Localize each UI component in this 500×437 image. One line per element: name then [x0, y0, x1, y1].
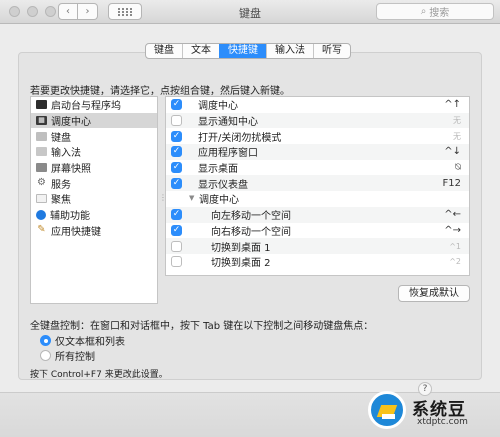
category-item-spotlight[interactable]: 聚焦: [31, 191, 157, 207]
category-label: 启动台与程序坞: [51, 101, 121, 113]
category-label: 屏幕快照: [51, 164, 91, 176]
category-label: 调度中心: [51, 117, 91, 129]
shortcut-label: 显示通知中心: [198, 117, 258, 129]
shortcut-keys[interactable]: ⍉: [455, 162, 461, 173]
title-bar: ‹ › 键盘 ⌕ 搜索: [0, 0, 500, 24]
shortcut-checkbox[interactable]: ✓: [171, 99, 182, 111]
radio-label: 所有控制: [55, 352, 95, 363]
category-item-accessibility[interactable]: 辅助功能: [31, 207, 157, 223]
tab-bar: 键盘 文本 快捷键 输入法 听写: [145, 43, 351, 59]
category-label: 键盘: [51, 132, 71, 144]
shortcut-label: 切换到桌面 2: [211, 258, 271, 270]
instruction-text: 若要更改快捷键，请选择它，点按组合键，然后键入新键。: [30, 86, 290, 97]
category-label: 辅助功能: [50, 211, 90, 223]
shortcut-group-row[interactable]: ▼ 调度中心: [166, 191, 469, 207]
input-source-icon: [36, 147, 47, 157]
search-placeholder: 搜索: [429, 8, 450, 19]
watermark-url: xtdptc.com: [417, 417, 468, 427]
radio-all-controls[interactable]: 所有控制: [40, 348, 95, 363]
watermark: 系统豆 xtdptc.com: [360, 385, 495, 437]
category-item-services[interactable]: ⚙ 服务: [31, 175, 157, 191]
mission-control-icon: ▦: [36, 116, 47, 126]
screenshot-icon: [36, 163, 47, 173]
tab-keyboard[interactable]: 键盘: [146, 44, 182, 58]
shortcut-checkbox[interactable]: ✓: [171, 146, 182, 158]
radio-button[interactable]: [40, 350, 51, 361]
shortcut-row[interactable]: ✓ 向左移动一个空间 ^←: [166, 206, 469, 223]
category-label: 应用快捷键: [51, 226, 101, 238]
tab-shortcuts[interactable]: 快捷键: [219, 44, 266, 58]
shortcut-row[interactable]: ✓ 向右移动一个空间 ^→: [166, 223, 469, 239]
watermark-logo: [368, 391, 406, 429]
shortcut-row[interactable]: ✓ 显示仪表盘 F12: [166, 175, 469, 192]
search-icon: ⌕: [420, 6, 427, 17]
shortcut-keys[interactable]: ^↑: [444, 99, 461, 110]
shortcut-keys[interactable]: ^↓: [444, 146, 461, 157]
shortcut-keys[interactable]: ^←: [444, 209, 461, 220]
shortcut-checkbox[interactable]: ✓: [171, 162, 182, 174]
disclosure-triangle-icon[interactable]: ▼: [189, 194, 194, 202]
category-label: 聚焦: [51, 195, 71, 207]
shortcut-checkbox[interactable]: ✓: [171, 224, 182, 236]
category-label: 输入法: [51, 148, 81, 160]
category-list: 启动台与程序坞 ▦ 调度中心 键盘 输入法 屏幕快照 ⚙ 服务 聚焦 辅助功能 …: [30, 96, 158, 304]
tab-text[interactable]: 文本: [182, 44, 219, 58]
shortcut-group-label: 调度中心: [199, 195, 239, 207]
app-shortcuts-icon: ✎: [37, 224, 46, 236]
services-gear-icon: ⚙: [37, 177, 46, 189]
shortcut-keys[interactable]: F12: [443, 178, 461, 189]
shortcut-checkbox[interactable]: ✓: [171, 130, 182, 142]
restore-defaults-button[interactable]: 恢复成默认: [398, 285, 470, 302]
shortcut-list: ✓ 调度中心 ^↑ 显示通知中心 无 ✓ 打开/关闭勿扰模式 无 ✓ 应用程序窗…: [165, 96, 470, 276]
shortcut-keys[interactable]: 无: [453, 131, 461, 142]
shortcut-checkbox[interactable]: [171, 240, 182, 252]
split-view-handle[interactable]: ⋮: [159, 194, 167, 202]
launchpad-dock-icon: [36, 100, 47, 110]
category-item-screenshots[interactable]: 屏幕快照: [31, 160, 157, 176]
category-item-app-shortcuts[interactable]: ✎ 应用快捷键: [31, 223, 157, 239]
shortcut-label: 显示仪表盘: [198, 179, 248, 191]
category-label: 服务: [51, 179, 71, 191]
shortcut-label: 应用程序窗口: [198, 148, 258, 160]
tab-dictation[interactable]: 听写: [313, 44, 350, 58]
full-keyboard-access-label: 全键盘控制：在窗口和对话框中，按下 Tab 键在以下控制之间移动键盘焦点：: [30, 321, 374, 332]
radio-text-boxes-and-lists[interactable]: 仅文本框和列表: [40, 333, 125, 348]
shortcut-row[interactable]: ✓ 应用程序窗口 ^↓: [166, 144, 469, 160]
shortcut-row[interactable]: 切换到桌面 1 ^1: [166, 238, 469, 254]
shortcut-keys[interactable]: ^2: [449, 257, 461, 266]
shortcut-row[interactable]: 切换到桌面 2 ^2: [166, 254, 469, 270]
category-item-keyboard[interactable]: 键盘: [31, 128, 157, 144]
shortcut-checkbox[interactable]: [171, 256, 182, 268]
radio-button[interactable]: [40, 335, 51, 346]
shortcut-label: 调度中心: [198, 101, 238, 113]
accessibility-icon: [36, 209, 46, 220]
shortcut-label: 显示桌面: [198, 164, 238, 176]
spotlight-icon: [36, 194, 47, 204]
keyboard-icon: [36, 131, 47, 141]
shortcut-checkbox[interactable]: [171, 115, 182, 127]
tab-input-sources[interactable]: 输入法: [266, 44, 313, 58]
shortcut-label: 向右移动一个空间: [211, 226, 291, 238]
shortcut-row[interactable]: 显示通知中心 无: [166, 112, 469, 129]
search-field[interactable]: ⌕ 搜索: [376, 3, 494, 20]
category-item-mission-control[interactable]: ▦ 调度中心: [31, 112, 157, 129]
shortcut-row[interactable]: ✓ 显示桌面 ⍉: [166, 160, 469, 176]
category-item-input-sources[interactable]: 输入法: [31, 144, 157, 160]
category-item-launchpad-dock[interactable]: 启动台与程序坞: [31, 97, 157, 113]
shortcut-label: 向左移动一个空间: [211, 211, 291, 223]
shortcut-label: 切换到桌面 1: [211, 242, 271, 254]
shortcut-row[interactable]: ✓ 调度中心 ^↑: [166, 97, 469, 113]
keyboard-hint-text: 按下 Control+F7 来更改此设置。: [30, 370, 168, 380]
radio-label: 仅文本框和列表: [55, 337, 125, 348]
shortcut-keys[interactable]: ^→: [444, 225, 461, 236]
shortcut-keys[interactable]: ^1: [449, 242, 461, 251]
shortcut-checkbox[interactable]: ✓: [171, 177, 182, 189]
shortcut-checkbox[interactable]: ✓: [171, 209, 182, 221]
shortcut-row[interactable]: ✓ 打开/关闭勿扰模式 无: [166, 128, 469, 144]
shortcut-keys[interactable]: 无: [453, 115, 461, 126]
shortcut-label: 打开/关闭勿扰模式: [198, 132, 282, 144]
